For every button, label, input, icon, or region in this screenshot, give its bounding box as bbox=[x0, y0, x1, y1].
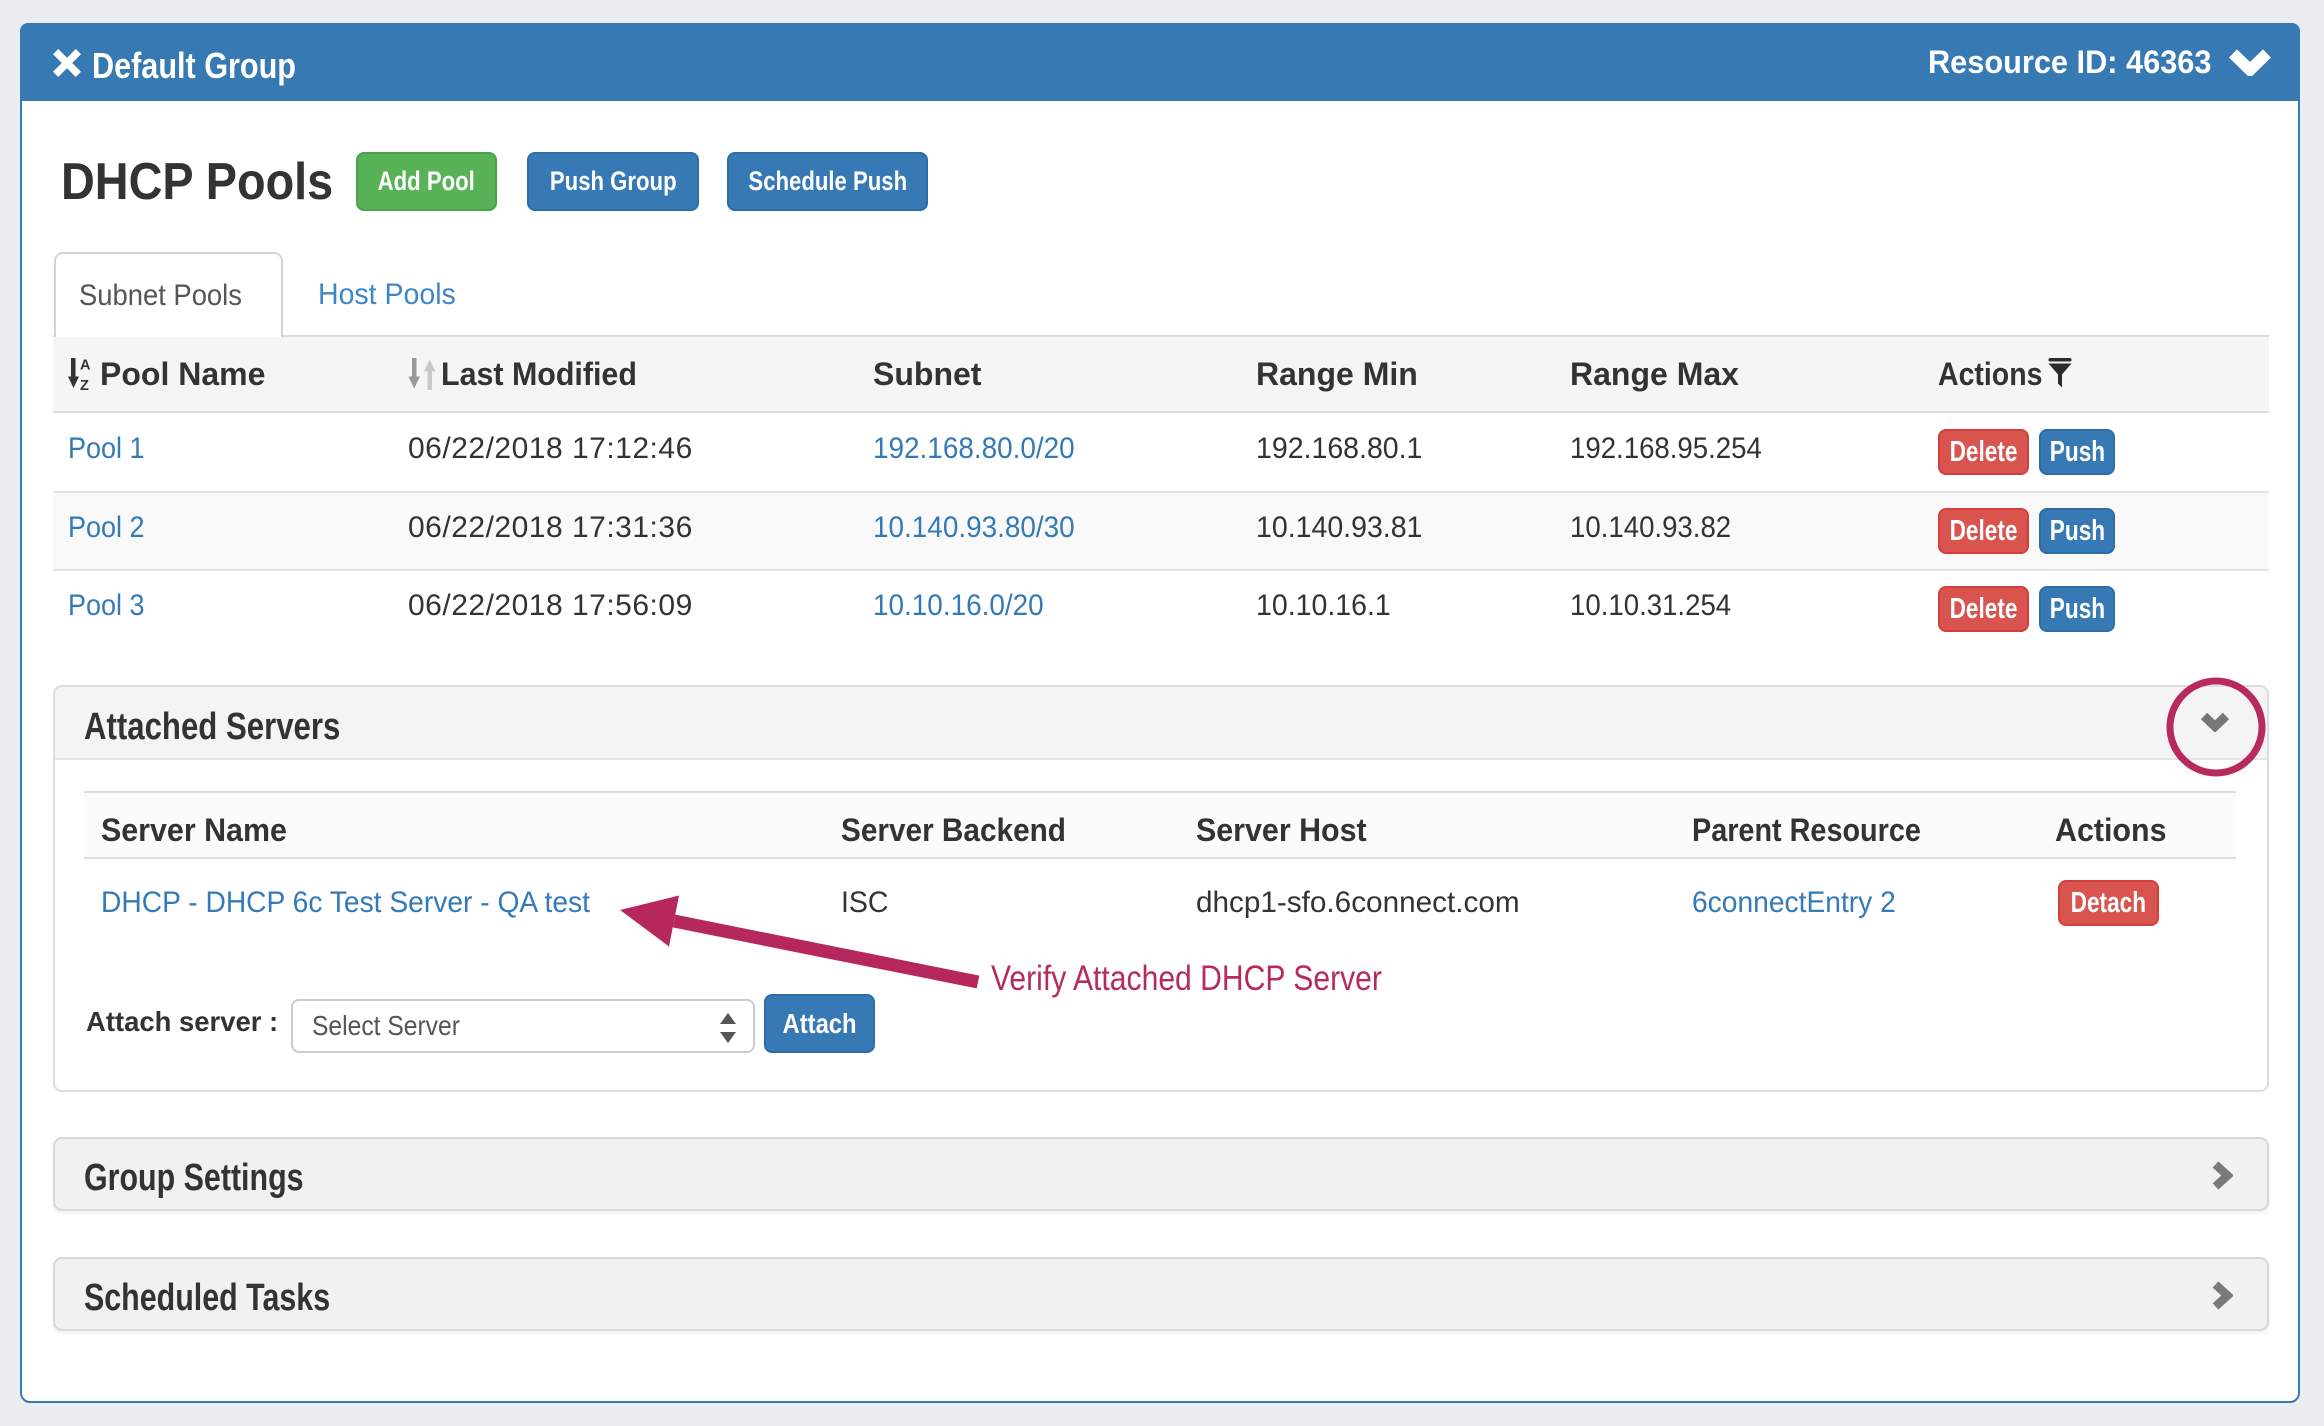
svg-text:Z: Z bbox=[80, 378, 89, 391]
svg-text:A: A bbox=[80, 358, 91, 374]
